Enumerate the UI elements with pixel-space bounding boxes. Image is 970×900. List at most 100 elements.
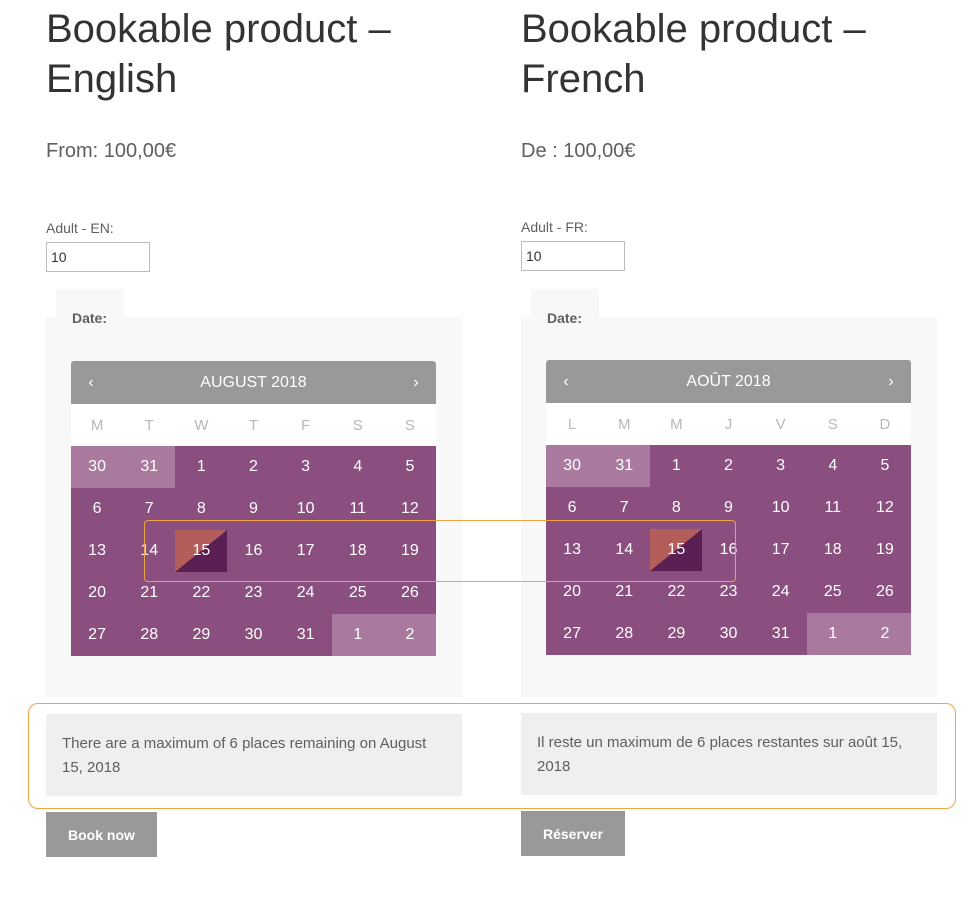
calendar-day[interactable]: 14 (598, 529, 651, 571)
calendar-day[interactable]: 17 (754, 529, 807, 571)
calendar-day[interactable]: 22 (175, 572, 228, 614)
calendar-day[interactable]: 7 (123, 488, 176, 530)
calendar-day[interactable]: 13 (546, 529, 599, 571)
book-now-button[interactable]: Book now (46, 812, 157, 857)
calendar-day[interactable]: 10 (754, 487, 807, 529)
chevron-right-icon[interactable]: › (396, 361, 436, 404)
calendar-day[interactable]: 5 (383, 446, 436, 488)
calendar-day[interactable]: 3 (279, 446, 332, 488)
calendar-day-other-month[interactable]: 30 (71, 446, 124, 488)
adult-quantity-input[interactable] (521, 241, 625, 271)
calendar-day-number: 7 (619, 499, 629, 516)
calendar-day-number: 2 (249, 458, 258, 475)
calendar-day-number: 24 (771, 583, 790, 600)
calendar-day[interactable]: 19 (383, 530, 436, 572)
calendar-day[interactable]: 23 (227, 572, 280, 614)
calendar-day[interactable]: 31 (754, 613, 807, 655)
calendar-day[interactable]: 18 (331, 530, 384, 572)
calendar-day-number: 4 (353, 458, 363, 475)
calendar-day-number: 1 (828, 625, 838, 642)
calendar-day[interactable]: 29 (650, 613, 703, 655)
calendar-day[interactable]: 11 (331, 488, 384, 530)
calendar-day[interactable]: 9 (702, 487, 755, 529)
calendar-day-number: 20 (88, 584, 106, 601)
calendar-day[interactable]: 30 (227, 614, 280, 656)
weekday-label: T (144, 416, 154, 434)
calendar-day[interactable]: 28 (598, 613, 651, 655)
calendar-header: ‹ AOÛT 2018 › (546, 360, 911, 403)
chevron-left-icon[interactable]: ‹ (546, 360, 586, 403)
calendar-day[interactable]: 1 (650, 445, 703, 487)
chevron-left-icon[interactable]: ‹ (71, 361, 111, 404)
calendar-day[interactable]: 12 (383, 488, 436, 530)
calendar-day[interactable]: 13 (71, 530, 124, 572)
calendar-day-number: 1 (196, 458, 206, 475)
calendar-day[interactable]: 8 (650, 487, 703, 529)
calendar-day[interactable]: 3 (754, 445, 807, 487)
calendar-day[interactable]: 9 (227, 488, 280, 530)
calendar-day-other-month[interactable]: 31 (123, 446, 176, 488)
calendar-day[interactable]: 6 (71, 488, 124, 530)
weekday-row: MTWTFSS (71, 404, 436, 446)
calendar-day[interactable]: 28 (123, 614, 176, 656)
calendar-day[interactable]: 21 (123, 572, 176, 614)
calendar-day[interactable]: 25 (331, 572, 384, 614)
weekday-label: J (724, 415, 733, 433)
calendar-day[interactable]: 10 (279, 488, 332, 530)
calendar-day[interactable]: 18 (806, 529, 859, 571)
calendar-day-number: 27 (563, 625, 581, 642)
chevron-right-icon[interactable]: › (871, 360, 911, 403)
adult-quantity-input[interactable] (46, 242, 150, 272)
calendar-day-number: 26 (401, 584, 419, 601)
calendar-day[interactable]: 23 (702, 571, 755, 613)
calendar-day[interactable]: 27 (546, 613, 599, 655)
calendar-day[interactable]: 8 (175, 488, 228, 530)
calendar-day[interactable]: 11 (806, 487, 859, 529)
calendar-day-other-month[interactable]: 2 (383, 614, 436, 656)
calendar-day-selected[interactable]: 15 (175, 530, 228, 572)
calendar-day[interactable]: 2 (227, 446, 280, 488)
calendar-day[interactable]: 2 (702, 445, 755, 487)
calendar-day[interactable]: 30 (702, 613, 755, 655)
calendar-day[interactable]: 4 (331, 446, 384, 488)
calendar-day[interactable]: 26 (858, 571, 911, 613)
weekday-label: W (194, 416, 209, 434)
weekday-row: LMMJVSD (546, 403, 911, 445)
calendar-day[interactable]: 6 (546, 487, 599, 529)
calendar-day[interactable]: 24 (279, 572, 332, 614)
availability-notice: There are a maximum of 6 places remainin… (46, 714, 462, 796)
calendar-day-other-month[interactable]: 1 (331, 614, 384, 656)
calendar-day-number: 9 (724, 499, 733, 516)
calendar-day-number: 16 (719, 541, 738, 558)
calendar-day[interactable]: 1 (175, 446, 228, 488)
calendar-day[interactable]: 26 (383, 572, 436, 614)
calendar-day[interactable]: 27 (71, 614, 124, 656)
reserve-button[interactable]: Réserver (521, 811, 625, 856)
calendar-day-other-month[interactable]: 1 (806, 613, 859, 655)
calendar-day[interactable]: 19 (858, 529, 911, 571)
calendar-day[interactable]: 16 (702, 529, 755, 571)
calendar-day[interactable]: 17 (279, 530, 332, 572)
calendar-day[interactable]: 21 (598, 571, 651, 613)
calendar-day[interactable]: 14 (123, 530, 176, 572)
calendar-day[interactable]: 16 (227, 530, 280, 572)
calendar-day[interactable]: 29 (175, 614, 228, 656)
calendar-day[interactable]: 31 (279, 614, 332, 656)
calendar-day[interactable]: 5 (858, 445, 911, 487)
calendar-day[interactable]: 12 (858, 487, 911, 529)
calendar-day[interactable]: 20 (546, 571, 599, 613)
calendar-day-other-month[interactable]: 2 (858, 613, 911, 655)
calendar-day[interactable]: 20 (71, 572, 124, 614)
calendar-day-other-month[interactable]: 31 (598, 445, 651, 487)
product-price: From: 100,00€ (46, 140, 177, 162)
calendar-day-number: 14 (140, 542, 159, 559)
calendar-day[interactable]: 24 (754, 571, 807, 613)
calendar-day[interactable]: 25 (806, 571, 859, 613)
calendar-day-number: 14 (615, 541, 634, 558)
calendar-day-other-month[interactable]: 30 (546, 445, 599, 487)
calendar-day-selected[interactable]: 15 (650, 529, 703, 571)
calendar-day[interactable]: 22 (650, 571, 703, 613)
weekday-label: F (301, 416, 311, 434)
calendar-day[interactable]: 7 (598, 487, 651, 529)
calendar-day[interactable]: 4 (806, 445, 859, 487)
